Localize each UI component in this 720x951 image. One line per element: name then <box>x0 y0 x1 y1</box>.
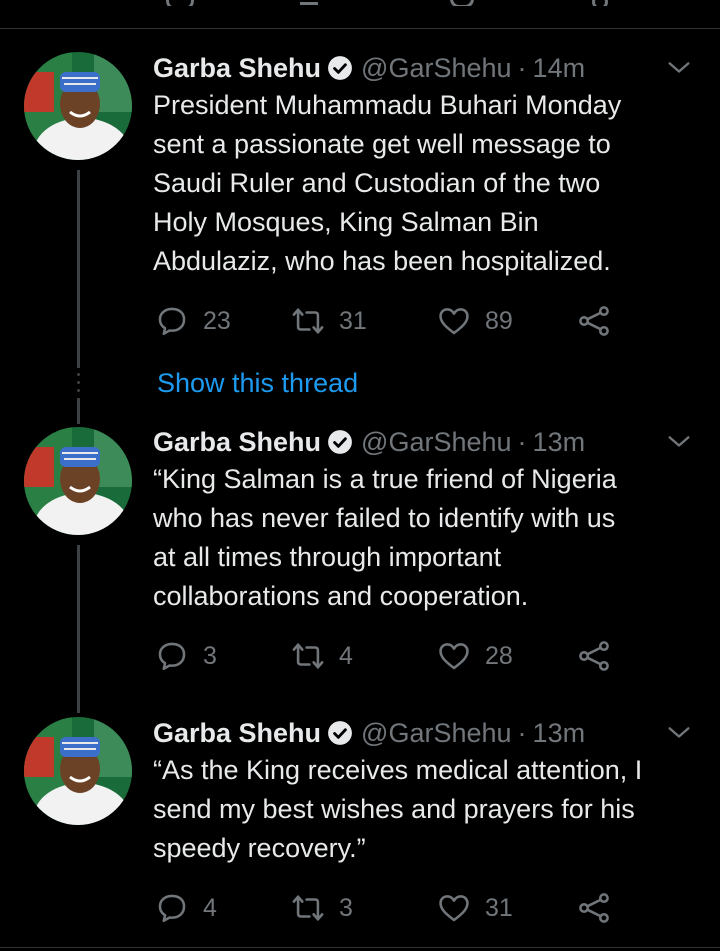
reply-icon <box>158 894 186 923</box>
share-icon <box>579 893 609 923</box>
reply-button[interactable]: 3 <box>155 636 217 676</box>
author-handle[interactable]: @GarShehu <box>361 50 512 86</box>
retweet-icon <box>292 643 324 669</box>
retweet-button[interactable]: 3 <box>291 888 353 928</box>
retweet-button[interactable]: 31 <box>291 301 367 341</box>
share-button[interactable] <box>577 301 611 341</box>
reply-count: 23 <box>203 306 231 335</box>
reply-button[interactable]: 4 <box>155 888 217 928</box>
like-count: 28 <box>485 641 513 670</box>
profile-photo <box>24 717 132 825</box>
chevron-down-icon[interactable] <box>665 54 693 82</box>
previous-tweet-actions-partial <box>160 0 620 6</box>
thread-ellipsis-dot <box>77 389 80 392</box>
verified-badge-icon <box>328 721 352 745</box>
chevron-down-icon[interactable] <box>665 719 693 747</box>
tweet-text: “As the King receives medical attention,… <box>153 755 643 863</box>
avatar[interactable] <box>24 427 132 535</box>
author-name[interactable]: Garba Shehu <box>153 50 321 86</box>
thread-line-mid <box>77 398 80 424</box>
share-icon <box>579 306 609 336</box>
top-divider <box>0 28 720 29</box>
heart-icon <box>439 308 469 335</box>
show-thread-link[interactable]: Show this thread <box>157 365 358 401</box>
verified-badge-icon <box>328 430 352 454</box>
separator-dot: · <box>517 427 527 457</box>
tweet-time[interactable]: 13m <box>533 424 586 460</box>
author-handle[interactable]: @GarShehu <box>361 715 512 751</box>
retweet-count: 4 <box>339 641 353 670</box>
like-count: 31 <box>485 893 513 922</box>
separator-dot: · <box>517 718 527 748</box>
verified-badge-icon <box>328 56 352 80</box>
separator-dot: · <box>517 53 527 83</box>
profile-photo <box>24 427 132 535</box>
retweet-button[interactable]: 4 <box>291 636 353 676</box>
retweet-icon <box>292 895 324 921</box>
reply-icon <box>158 307 186 336</box>
tweet-text: “King Salman is a true friend of Nigeria… <box>153 464 617 611</box>
retweet-icon <box>292 308 324 334</box>
chevron-down-icon[interactable] <box>665 428 693 456</box>
thread-ellipsis-dot <box>77 381 80 384</box>
thread-line-upper <box>77 170 80 368</box>
share-button[interactable] <box>577 888 611 928</box>
like-button[interactable]: 31 <box>437 888 513 928</box>
author-name[interactable]: Garba Shehu <box>153 715 321 751</box>
reply-count: 4 <box>203 893 217 922</box>
bottom-divider <box>0 947 720 948</box>
retweet-count: 31 <box>339 306 367 335</box>
tweet-time[interactable]: 14m <box>533 50 586 86</box>
thread-ellipsis-dot <box>77 373 80 376</box>
avatar[interactable] <box>24 717 132 825</box>
share-icon <box>579 641 609 671</box>
tweet-text: President Muhammadu Buhari Monday sent a… <box>153 90 622 276</box>
like-button[interactable]: 89 <box>437 301 513 341</box>
retweet-count: 3 <box>339 893 353 922</box>
avatar[interactable] <box>24 52 132 160</box>
author-handle[interactable]: @GarShehu <box>361 424 512 460</box>
profile-photo <box>24 52 132 160</box>
heart-icon <box>439 643 469 670</box>
like-count: 89 <box>485 306 513 335</box>
author-name[interactable]: Garba Shehu <box>153 424 321 460</box>
reply-count: 3 <box>203 641 217 670</box>
reply-button[interactable]: 23 <box>155 301 231 341</box>
like-button[interactable]: 28 <box>437 636 513 676</box>
reply-icon <box>158 642 186 671</box>
thread-line-lower <box>77 545 80 713</box>
heart-icon <box>439 895 469 922</box>
share-button[interactable] <box>577 636 611 676</box>
tweet-time[interactable]: 13m <box>533 715 586 751</box>
